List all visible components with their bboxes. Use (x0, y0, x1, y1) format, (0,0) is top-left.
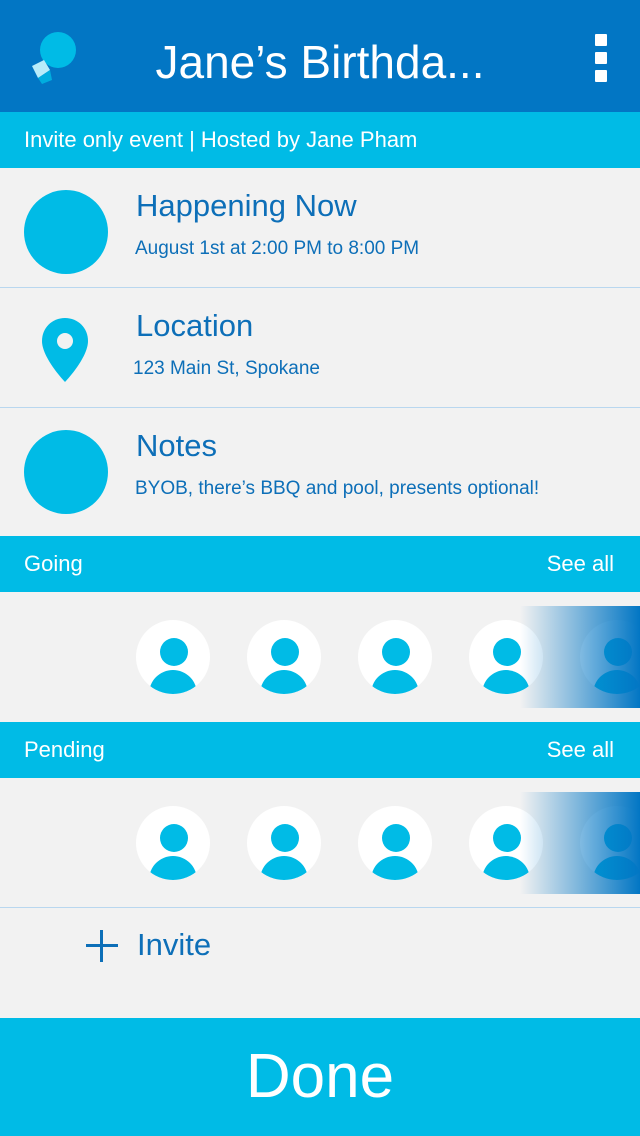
person-icon[interactable] (136, 620, 210, 694)
person-icon[interactable] (580, 620, 640, 694)
pending-see-all-link[interactable]: See all (547, 722, 614, 778)
person-icon[interactable] (247, 806, 321, 880)
page-title: Jane’s Birthda... (155, 36, 485, 88)
info-detail: August 1st at 2:00 PM to 8:00 PM (135, 238, 420, 259)
notes-circle-icon (24, 430, 108, 514)
section-label: Pending (24, 737, 105, 762)
going-avatar-list[interactable] (0, 592, 640, 722)
info-detail: 123 Main St, Spokane (133, 358, 320, 379)
going-see-all-link[interactable]: See all (547, 536, 614, 592)
pending-section-header: Pending See all (0, 722, 640, 778)
person-icon[interactable] (136, 806, 210, 880)
chat-bubble-logo-icon[interactable] (28, 30, 80, 84)
info-row-notes[interactable]: Notes BYOB, there’s BBQ and pool, presen… (0, 408, 640, 536)
info-title: Happening Now (136, 188, 357, 223)
event-meta-bar: Invite only event | Hosted by Jane Pham (0, 112, 640, 168)
invite-label: Invite (137, 927, 212, 962)
info-detail: BYOB, there’s BBQ and pool, presents opt… (135, 478, 540, 499)
info-row-time[interactable]: Happening Now August 1st at 2:00 PM to 8… (0, 168, 640, 288)
app-bar: Jane’s Birthda... (0, 0, 640, 112)
person-icon[interactable] (469, 620, 543, 694)
info-row-location[interactable]: Location 123 Main St, Spokane (0, 288, 640, 408)
plus-icon (86, 930, 118, 962)
clock-circle-icon (24, 190, 108, 274)
info-title: Notes (136, 428, 217, 463)
person-icon[interactable] (358, 620, 432, 694)
pending-avatar-list[interactable] (0, 778, 640, 908)
person-icon[interactable] (358, 806, 432, 880)
person-icon[interactable] (469, 806, 543, 880)
person-icon[interactable] (580, 806, 640, 880)
map-pin-icon (42, 318, 88, 382)
going-section-header: Going See all (0, 536, 640, 592)
invite-button[interactable]: Invite (0, 908, 640, 1018)
more-vertical-icon[interactable] (586, 34, 616, 82)
section-label: Going (24, 551, 83, 576)
person-icon[interactable] (247, 620, 321, 694)
info-title: Location (136, 308, 254, 343)
done-button[interactable]: Done (0, 1018, 640, 1136)
